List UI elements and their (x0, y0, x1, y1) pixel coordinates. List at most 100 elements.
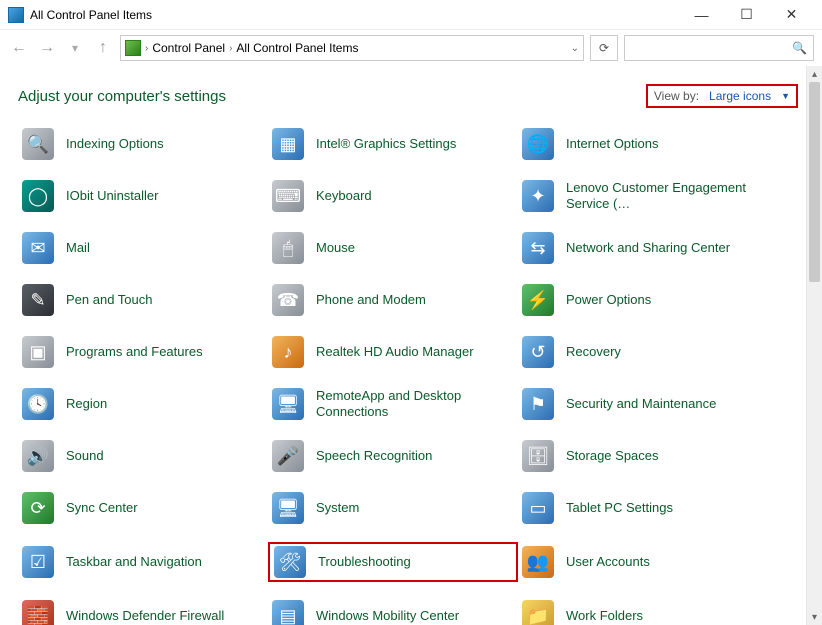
item-icon: ▦ (272, 128, 304, 160)
item-icon: 🔊 (22, 440, 54, 472)
control-panel-item[interactable]: ⚡ Power Options (518, 282, 768, 318)
control-panel-item[interactable]: ☑Taskbar and Navigation (18, 542, 268, 582)
breadcrumb-part-2[interactable]: All Control Panel Items (236, 41, 358, 55)
item-label: Tablet PC Settings (566, 500, 673, 516)
item-label: Recovery (566, 344, 621, 360)
item-icon: 🔍 (22, 128, 54, 160)
control-panel-item[interactable]: ♪ Realtek HD Audio Manager (268, 334, 518, 370)
item-icon: ⚡ (522, 284, 554, 316)
item-label: Realtek HD Audio Manager (316, 344, 474, 360)
control-panel-item[interactable]: 📁Work Folders (518, 598, 768, 625)
control-panel-item[interactable]: 🖥 RemoteApp and Desktop Connections (268, 386, 518, 422)
item-icon: ▤ (272, 600, 304, 625)
item-icon: ☎ (272, 284, 304, 316)
item-icon: 🖥 (272, 388, 304, 420)
control-panel-item[interactable]: 🌐Internet Options (518, 126, 768, 162)
chevron-right-icon: › (229, 43, 232, 54)
item-icon: ✦ (522, 180, 554, 212)
control-panel-item[interactable]: 🕓Region (18, 386, 268, 422)
control-panel-item[interactable]: 🧱Windows Defender Firewall (18, 598, 268, 625)
control-panel-item[interactable]: ⇆ Network and Sharing Center (518, 230, 768, 266)
item-label: Sync Center (66, 500, 138, 516)
item-icon: ✎ (22, 284, 54, 316)
close-button[interactable]: ✕ (769, 1, 814, 29)
item-label: Keyboard (316, 188, 372, 204)
forward-button[interactable]: → (36, 37, 58, 59)
control-panel-item[interactable]: ▦ Intel® Graphics Settings (268, 126, 518, 162)
item-icon: ▣ (22, 336, 54, 368)
search-input[interactable]: 🔍 (624, 35, 814, 61)
chevron-down-icon[interactable]: ⌄ (571, 43, 579, 54)
control-panel-item[interactable]: 🖥System (268, 490, 518, 526)
scroll-up-button[interactable]: ▴ (807, 66, 822, 82)
item-icon: 🌐 (522, 128, 554, 160)
control-panel-item[interactable]: ↺ Recovery (518, 334, 768, 370)
content-area: Adjust your computer's settings View by:… (0, 66, 822, 625)
view-by-value: Large icons (709, 89, 771, 103)
item-icon: ♪ (272, 336, 304, 368)
up-button[interactable]: ↑ (92, 37, 114, 59)
control-panel-item[interactable]: ⌨Keyboard (268, 178, 518, 214)
item-label: Power Options (566, 292, 651, 308)
minimize-button[interactable]: — (679, 1, 724, 29)
chevron-down-icon: ▼ (781, 91, 790, 101)
item-label: Sound (66, 448, 104, 464)
control-panel-item[interactable]: ▤ Windows Mobility Center (268, 598, 518, 625)
breadcrumb[interactable]: › Control Panel › All Control Panel Item… (120, 35, 584, 61)
item-label: Intel® Graphics Settings (316, 136, 456, 152)
view-by-selector[interactable]: View by: Large icons ▼ (646, 84, 798, 108)
refresh-button[interactable]: ⟳ (590, 35, 618, 61)
chevron-right-icon: › (145, 43, 148, 54)
control-panel-item[interactable]: ✦ Lenovo Customer Engagement Service (… (518, 178, 768, 214)
control-panel-item[interactable]: 🛠Troubleshooting (268, 542, 518, 582)
control-panel-item[interactable]: ⚑ Security and Maintenance (518, 386, 768, 422)
navbar: ← → ▾ ↑ › Control Panel › All Control Pa… (0, 30, 822, 66)
back-button[interactable]: ← (8, 37, 30, 59)
item-label: Windows Mobility Center (316, 608, 459, 624)
item-label: Taskbar and Navigation (66, 554, 202, 570)
control-panel-item[interactable]: ▣Programs and Features (18, 334, 268, 370)
control-panel-item[interactable]: ✎Pen and Touch (18, 282, 268, 318)
header-row: Adjust your computer's settings View by:… (18, 84, 798, 108)
item-icon: 🎤 (272, 440, 304, 472)
page-title: Adjust your computer's settings (18, 88, 226, 105)
control-panel-item[interactable]: 👥 User Accounts (518, 542, 768, 582)
item-icon: ⇆ (522, 232, 554, 264)
control-panel-item[interactable]: 🖱Mouse (268, 230, 518, 266)
item-label: Indexing Options (66, 136, 164, 152)
control-panel-item[interactable]: 🔊 Sound (18, 438, 268, 474)
control-panel-item[interactable]: ✉ Mail (18, 230, 268, 266)
control-panel-item[interactable]: ◯ IObit Uninstaller (18, 178, 268, 214)
window-controls: — ☐ ✕ (679, 1, 814, 29)
titlebar: All Control Panel Items — ☐ ✕ (0, 0, 822, 30)
control-panel-item[interactable]: 🔍 Indexing Options (18, 126, 268, 162)
item-label: Mail (66, 240, 90, 256)
scroll-thumb[interactable] (809, 82, 820, 282)
recent-locations-button[interactable]: ▾ (64, 37, 86, 59)
scrollbar[interactable]: ▴ ▾ (806, 66, 822, 625)
scroll-down-button[interactable]: ▾ (807, 609, 822, 625)
control-panel-item[interactable]: ⟳ Sync Center (18, 490, 268, 526)
item-label: Mouse (316, 240, 355, 256)
item-label: Network and Sharing Center (566, 240, 730, 256)
item-icon: ⚑ (522, 388, 554, 420)
control-panel-icon (8, 7, 24, 23)
maximize-button[interactable]: ☐ (724, 1, 769, 29)
item-label: RemoteApp and Desktop Connections (316, 388, 506, 419)
item-label: IObit Uninstaller (66, 188, 158, 204)
item-label: Security and Maintenance (566, 396, 716, 412)
location-icon (125, 40, 141, 56)
item-label: User Accounts (566, 554, 650, 570)
control-panel-item[interactable]: ☎Phone and Modem (268, 282, 518, 318)
item-icon: 🕓 (22, 388, 54, 420)
item-icon: ⟳ (22, 492, 54, 524)
breadcrumb-part-1[interactable]: Control Panel (152, 41, 225, 55)
item-icon: ↺ (522, 336, 554, 368)
control-panel-item[interactable]: 🗄Storage Spaces (518, 438, 768, 474)
item-label: Lenovo Customer Engagement Service (… (566, 180, 756, 211)
item-icon: ✉ (22, 232, 54, 264)
item-icon: 👥 (522, 546, 554, 578)
item-icon: ◯ (22, 180, 54, 212)
control-panel-item[interactable]: ▭Tablet PC Settings (518, 490, 768, 526)
control-panel-item[interactable]: 🎤Speech Recognition (268, 438, 518, 474)
